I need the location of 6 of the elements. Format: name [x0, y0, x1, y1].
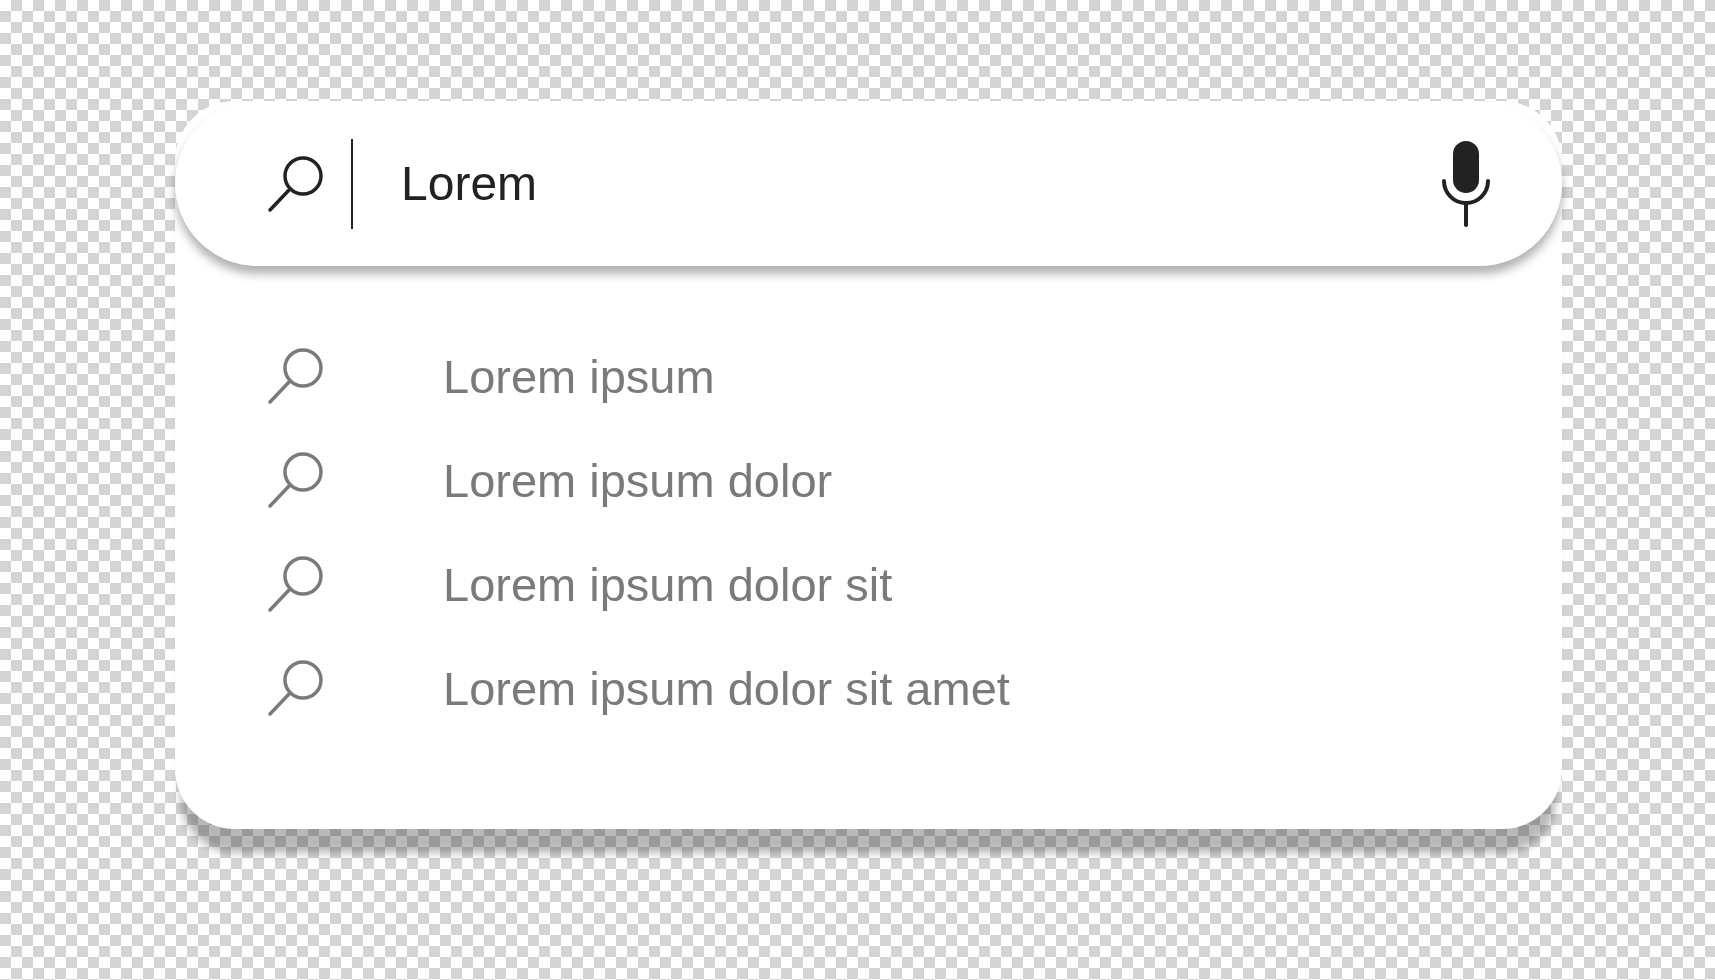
suggestion-item[interactable]: Lorem ipsum	[443, 348, 715, 404]
microphone-icon[interactable]	[1440, 140, 1492, 227]
search-field[interactable]: Lorem	[401, 153, 1440, 214]
suggestion-item[interactable]: Lorem ipsum dolor	[443, 452, 833, 508]
suggestion-item[interactable]: Lorem ipsum dolor sit	[443, 556, 893, 612]
suggestion-item[interactable]: Lorem ipsum dolor sit amet	[443, 660, 1010, 716]
